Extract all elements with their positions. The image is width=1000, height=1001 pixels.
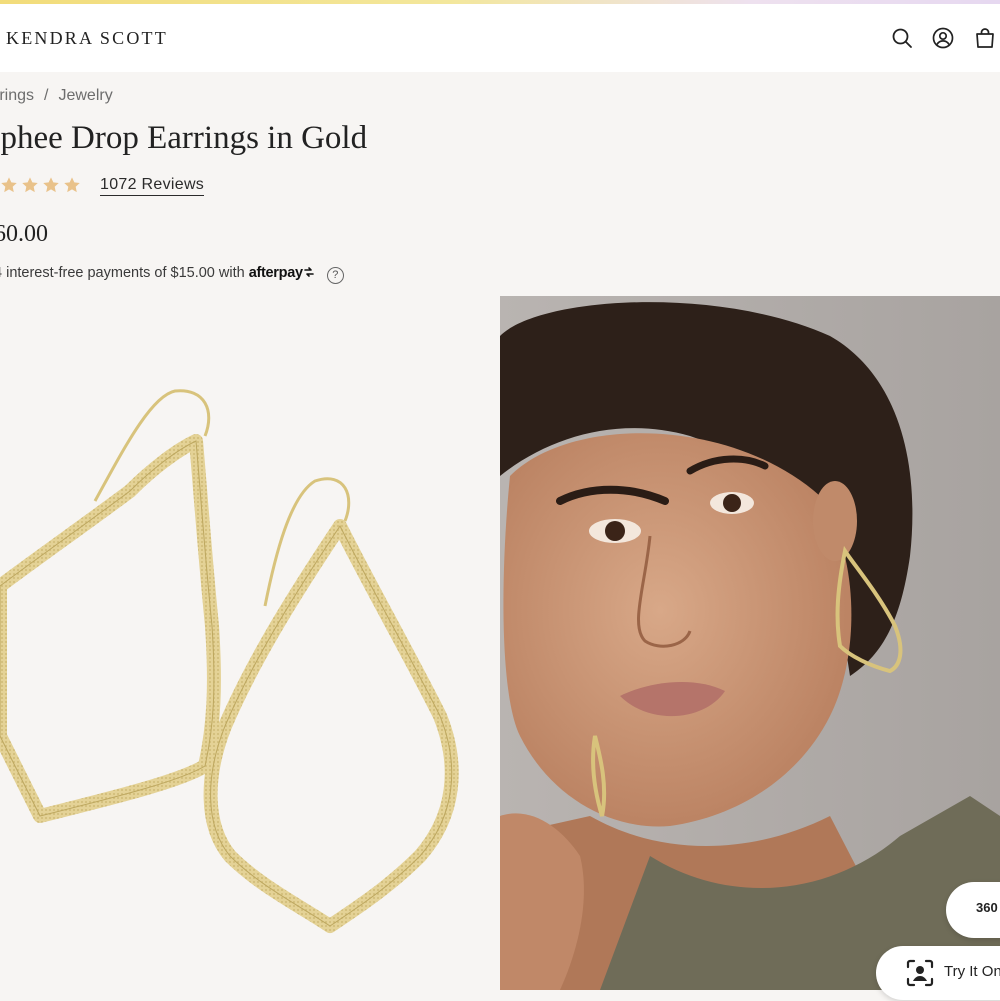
afterpay-text: 4 interest-free payments of $15.00 with	[0, 265, 245, 281]
product-price: 60.00	[0, 221, 48, 247]
try-on-label: Try It On	[944, 963, 1000, 980]
face-scan-icon	[906, 959, 934, 987]
bag-icon[interactable]	[973, 26, 997, 50]
afterpay-loop-icon	[303, 267, 314, 277]
afterpay-info-icon[interactable]: ?	[326, 267, 344, 284]
star-icon	[22, 177, 38, 193]
search-icon[interactable]	[890, 26, 914, 50]
breadcrumb: rrings / Jewelry	[0, 87, 113, 105]
model-photo[interactable]	[500, 296, 1000, 990]
star-icon	[1, 177, 17, 193]
reviews-link[interactable]: 1072 Reviews	[100, 176, 205, 196]
try-on-button[interactable]: Try It On	[876, 946, 1000, 1000]
site-header: KENDRA SCOTT	[0, 4, 1000, 72]
breadcrumb-earrings[interactable]: rrings	[0, 87, 34, 105]
afterpay-logo: afterpay	[248, 265, 303, 281]
afterpay-message: 4 interest-free payments of $15.00 with …	[0, 265, 344, 284]
breadcrumb-jewelry[interactable]: Jewelry	[58, 87, 112, 105]
star-icon	[64, 177, 80, 193]
view-360-button[interactable]: 360	[946, 882, 1000, 938]
breadcrumb-separator: /	[44, 87, 49, 104]
account-icon[interactable]	[931, 26, 955, 50]
product-title: ophee Drop Earrings in Gold	[0, 120, 368, 156]
star-icon	[43, 177, 59, 193]
view-360-label: 360	[976, 900, 998, 915]
brand-logo[interactable]: KENDRA SCOTT	[6, 28, 168, 49]
product-image[interactable]	[0, 296, 500, 996]
